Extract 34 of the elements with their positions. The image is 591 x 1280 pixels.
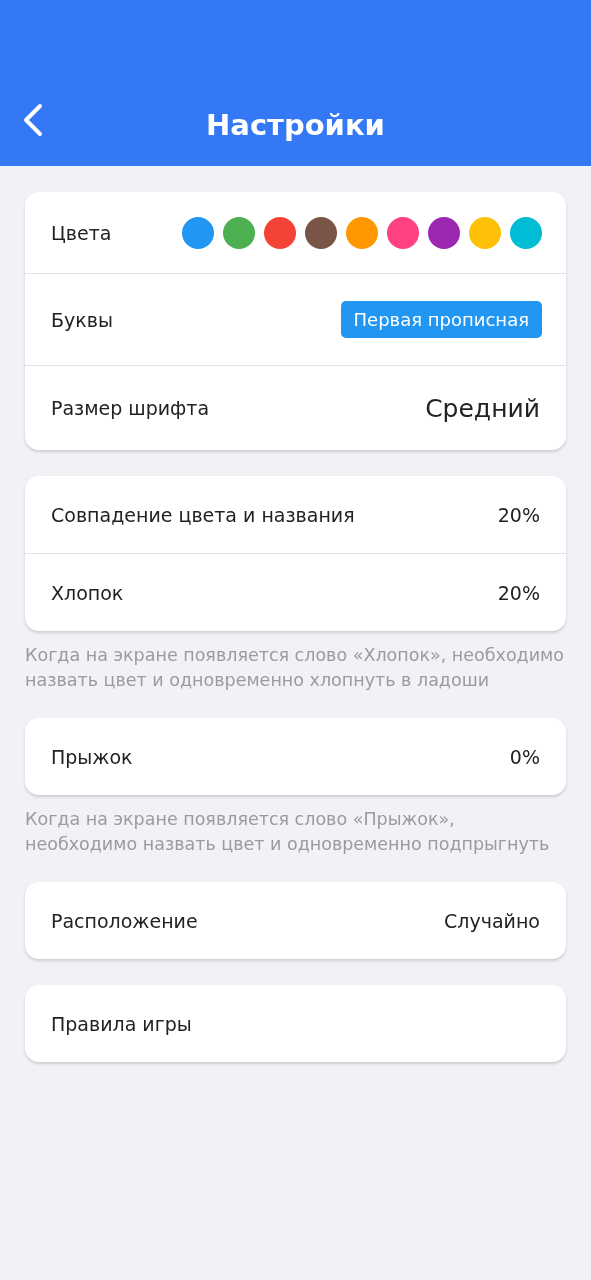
chevron-left-icon	[22, 103, 44, 137]
setting-value: 20%	[497, 581, 540, 604]
setting-label: Цвета	[51, 221, 112, 244]
color-dot[interactable]	[305, 216, 337, 249]
hint-text: Когда на экране появляется слово «Хлопок», необходимо назвать цвет и одновременно хлопнуть в ладоши	[25, 644, 565, 692]
setting-label: Правила игры	[51, 1012, 192, 1035]
settings-row[interactable]: Расположение Случайно	[25, 882, 566, 959]
setting-value: 20%	[497, 503, 540, 526]
settings-row[interactable]: Размер шрифта Средний	[25, 365, 566, 450]
setting-label: Прыжок	[51, 745, 133, 768]
color-dot[interactable]	[346, 216, 378, 249]
setting-label: Размер шрифта	[51, 397, 210, 419]
color-dot[interactable]	[387, 216, 419, 249]
setting-label: Буквы	[51, 308, 113, 331]
settings-row[interactable]: Цвета	[25, 192, 566, 273]
setting-label: Совпадение цвета и названия	[51, 503, 355, 526]
settings-row[interactable]: Буквы Первая прописная	[25, 273, 566, 365]
color-dot[interactable]	[428, 216, 460, 249]
setting-value: Средний	[425, 393, 540, 423]
hint-text: Когда на экране появляется слово «Прыжок», необходимо назвать цвет и одновременно подпрыгнуть	[25, 808, 551, 856]
settings-row[interactable]: Совпадение цвета и названия 20%	[25, 476, 566, 553]
color-dot[interactable]	[223, 216, 255, 249]
settings-row[interactable]: Прыжок 0%	[25, 718, 566, 795]
settings-row[interactable]: Хлопок 20%	[25, 553, 566, 631]
color-dot[interactable]	[264, 216, 296, 249]
setting-label: Расположение	[51, 909, 198, 932]
color-dot[interactable]	[469, 216, 501, 249]
screen-title: Настройки	[206, 108, 385, 142]
color-dot[interactable]	[182, 216, 214, 249]
setting-label: Хлопок	[51, 581, 124, 604]
setting-value: 0%	[509, 745, 540, 768]
settings-row[interactable]: Правила игры	[25, 985, 566, 1062]
color-dot[interactable]	[510, 216, 542, 249]
setting-value: Случайно	[444, 909, 540, 932]
